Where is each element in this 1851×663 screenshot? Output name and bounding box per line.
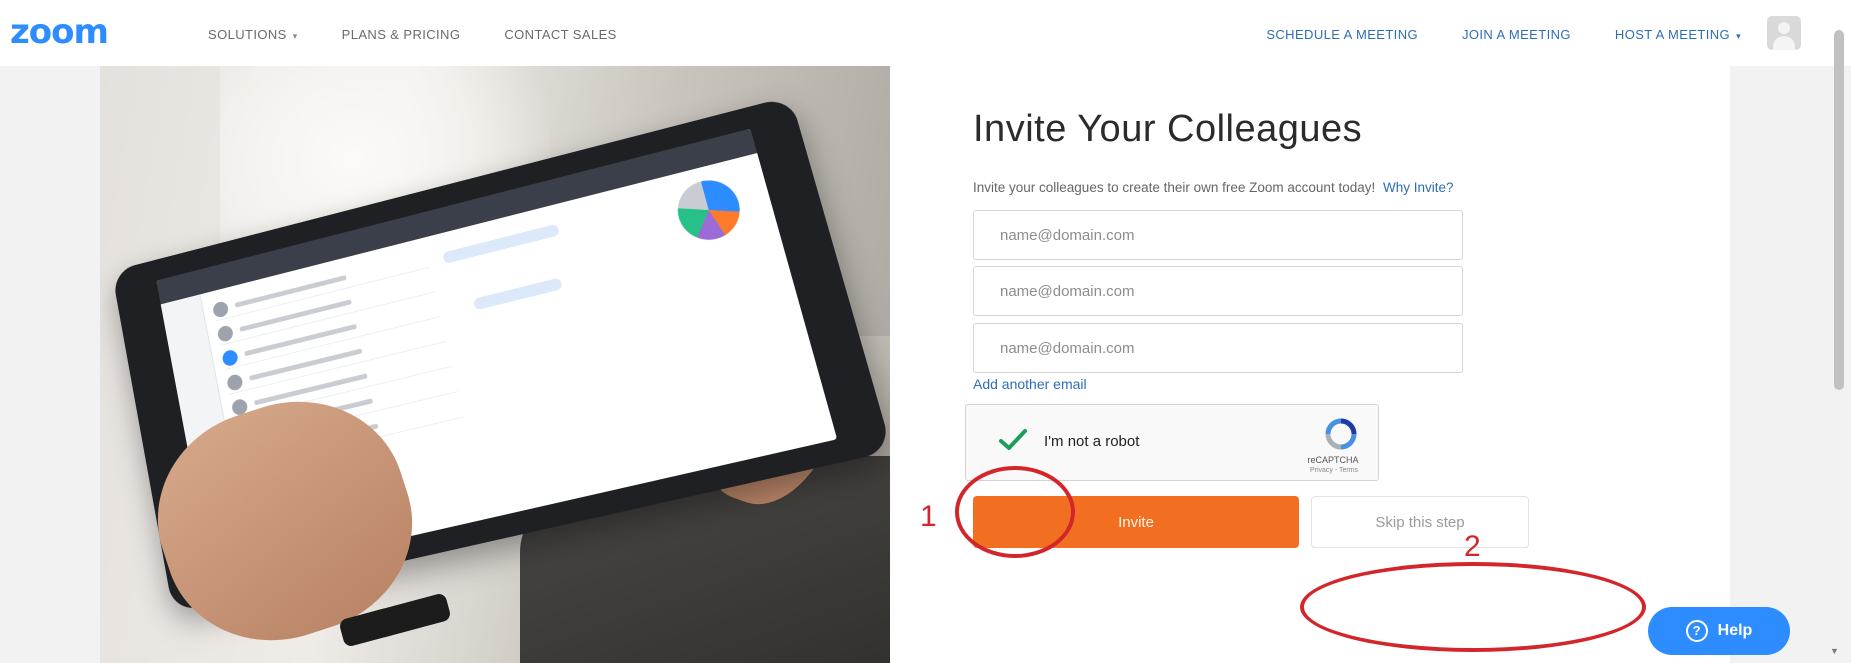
nav-right: SCHEDULE A MEETING JOIN A MEETING HOST A… — [1266, 27, 1741, 42]
email-field-3[interactable] — [973, 323, 1463, 373]
nav-join-meeting[interactable]: JOIN A MEETING — [1462, 27, 1571, 42]
nav-schedule-meeting[interactable]: SCHEDULE A MEETING — [1266, 27, 1418, 42]
recaptcha-brand: reCAPTCHA — [1307, 455, 1359, 465]
email-field-2[interactable] — [973, 266, 1463, 316]
pie-chart-thumbnail — [671, 173, 747, 247]
help-button[interactable]: ? Help — [1648, 607, 1790, 655]
nav-left: SOLUTIONS ▾ PLANS & PRICING CONTACT SALES — [208, 27, 617, 42]
avatar-head — [1778, 22, 1790, 34]
scrollbar-thumb[interactable] — [1834, 30, 1844, 390]
chat-bubble — [472, 277, 563, 311]
annotation-circle-1 — [955, 466, 1075, 558]
help-label: Help — [1717, 622, 1753, 639]
chevron-down-icon: ▾ — [1736, 31, 1741, 41]
chat-bubble — [442, 223, 560, 265]
chevron-down-icon: ▾ — [292, 31, 298, 41]
annotation-marker-1: 1 — [920, 500, 937, 533]
subtitle-text: Invite your colleagues to create their o… — [973, 180, 1376, 195]
annotation-circle-2 — [1300, 562, 1646, 652]
recaptcha-label: I'm not a robot — [1044, 433, 1140, 450]
user-avatar-icon[interactable] — [1767, 16, 1801, 50]
annotation-marker-2: 2 — [1464, 530, 1481, 563]
skip-this-step-button[interactable]: Skip this step — [1311, 496, 1529, 548]
zoom-logo[interactable]: zoom — [10, 12, 109, 52]
nav-host-meeting[interactable]: HOST A MEETING ▾ — [1615, 27, 1741, 42]
recaptcha-privacy-terms[interactable]: Privacy - Terms — [1304, 467, 1364, 474]
nav-solutions[interactable]: SOLUTIONS ▾ — [208, 27, 298, 42]
recaptcha-logo-icon — [1325, 418, 1357, 450]
hero-image — [100, 66, 890, 663]
checkmark-icon — [999, 429, 1027, 450]
recaptcha-checkbox[interactable] — [998, 428, 1028, 452]
email-field-1[interactable] — [973, 210, 1463, 260]
invite-panel: Invite Your Colleagues Invite your colle… — [890, 66, 1730, 663]
question-icon: ? — [1685, 620, 1708, 642]
page-subtitle: Invite your colleagues to create their o… — [973, 180, 1454, 195]
top-navigation: zoom SOLUTIONS ▾ PLANS & PRICING CONTACT … — [0, 0, 1851, 66]
add-another-email-link[interactable]: Add another email — [973, 376, 1087, 392]
why-invite-link[interactable]: Why Invite? — [1383, 180, 1454, 195]
nav-contact-sales[interactable]: CONTACT SALES — [504, 27, 616, 42]
page-title: Invite Your Colleagues — [973, 108, 1363, 150]
scroll-down-icon[interactable]: ▼ — [1830, 646, 1839, 656]
nav-plans-pricing[interactable]: PLANS & PRICING — [342, 27, 461, 42]
avatar-body — [1773, 36, 1795, 50]
